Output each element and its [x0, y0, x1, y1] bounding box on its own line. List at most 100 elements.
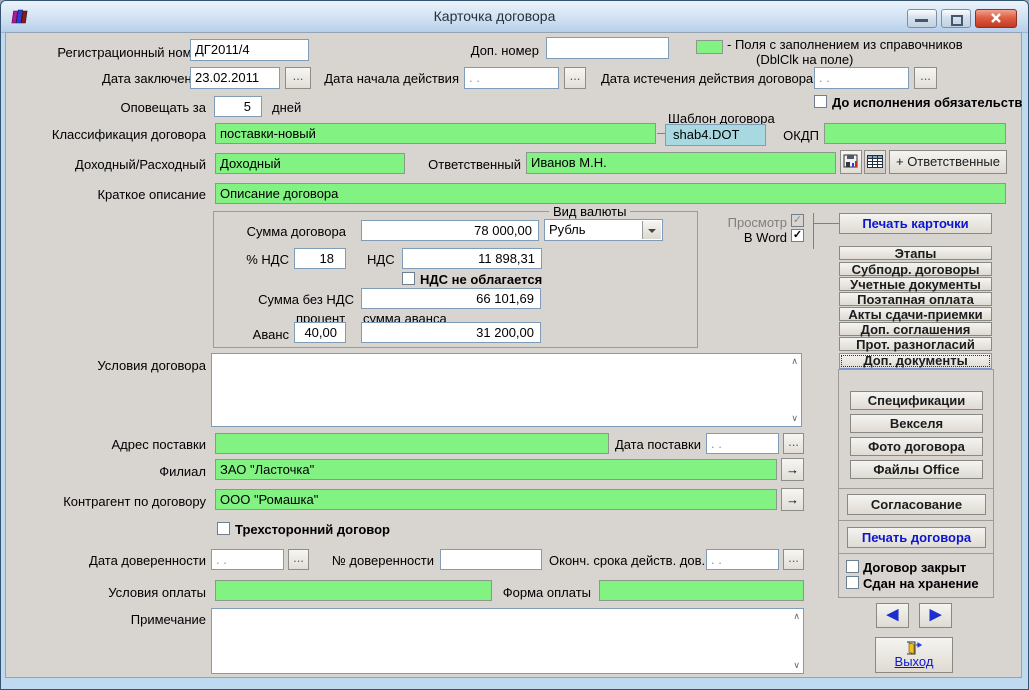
preview-label: Просмотр	[707, 215, 787, 230]
minimize-icon	[915, 19, 928, 22]
advance-sum-field[interactable]: 31 200,00	[361, 322, 541, 343]
contract-photo-button[interactable]: Фото договора	[850, 437, 983, 456]
responsible-field[interactable]: Иванов М.Н.	[526, 152, 836, 174]
classification-field[interactable]: поставки-новый	[215, 123, 656, 144]
branch-field[interactable]: ЗАО "Ласточка"	[215, 459, 777, 480]
notify-label: Оповещать за	[61, 100, 206, 115]
legend-line1: - Поля с заполнением из справочников	[727, 37, 963, 52]
archived-checkbox[interactable]	[846, 576, 859, 589]
scroll-down-icon[interactable]: ∨	[793, 660, 800, 671]
connector-line	[657, 133, 665, 134]
stages-button[interactable]: Этапы	[839, 246, 992, 260]
poa-date-browse-button[interactable]: ...	[288, 549, 309, 570]
vat-exempt-checkbox[interactable]	[402, 272, 415, 285]
poa-number-field[interactable]	[440, 549, 542, 570]
prev-arrow-icon: ◀	[887, 606, 899, 623]
conclusion-date-browse-button[interactable]: ...	[285, 67, 311, 89]
disagreement-protocols-button[interactable]: Прот. разногласий	[839, 337, 992, 351]
approval-button[interactable]: Согласование	[847, 494, 986, 515]
table-icon	[867, 155, 883, 168]
scroll-up-icon[interactable]: ∧	[791, 356, 798, 367]
contract-closed-label: Договор закрыт	[863, 560, 966, 575]
save-icon	[843, 154, 859, 169]
dropdown-button[interactable]	[642, 221, 661, 239]
poa-end-browse-button[interactable]: ...	[783, 549, 804, 570]
vat-percent-field[interactable]: 18	[294, 248, 346, 269]
note-label: Примечание	[9, 612, 206, 627]
currency-group-caption: Вид валюты	[549, 204, 630, 219]
contract-sum-field[interactable]: 78 000,00	[361, 220, 539, 241]
poa-end-field[interactable]: . .	[706, 549, 779, 570]
currency-combobox[interactable]: Рубль	[544, 219, 663, 241]
conclusion-date-field[interactable]: 23.02.2011	[190, 67, 280, 89]
delivery-address-field[interactable]	[215, 433, 609, 454]
specifications-button[interactable]: Спецификации	[850, 391, 983, 410]
poa-date-field[interactable]: . .	[211, 549, 284, 570]
tripartite-checkbox[interactable]	[217, 522, 230, 535]
office-files-button[interactable]: Файлы Office	[850, 460, 983, 479]
save-responsible-button[interactable]	[840, 150, 862, 174]
panel-divider-3	[839, 553, 993, 554]
promissory-notes-button[interactable]: Векселя	[850, 414, 983, 433]
scroll-down-icon[interactable]: ∨	[791, 413, 798, 424]
tripartite-label: Трехсторонний договор	[235, 522, 390, 537]
vat-field[interactable]: 11 898,31	[402, 248, 542, 269]
contract-closed-checkbox[interactable]	[846, 560, 859, 573]
start-date-field[interactable]: . .	[464, 67, 559, 89]
until-fulfillment-checkbox[interactable]	[814, 95, 827, 108]
sum-no-vat-field[interactable]: 66 101,69	[361, 288, 541, 309]
delivery-date-browse-button[interactable]: ...	[783, 433, 804, 454]
poa-number-label: № доверенности	[314, 553, 434, 568]
prev-record-button[interactable]: ◀	[876, 603, 909, 628]
short-description-field[interactable]: Описание договора	[215, 183, 1006, 204]
restore-button[interactable]	[941, 9, 971, 28]
additional-docs-button[interactable]: Доп. документы	[839, 353, 992, 369]
delivery-date-field[interactable]: . .	[706, 433, 779, 454]
close-button[interactable]	[975, 9, 1017, 28]
extra-number-field[interactable]	[546, 37, 669, 59]
note-textarea[interactable]: ∧ ∨	[211, 608, 804, 674]
addendums-button[interactable]: Доп. соглашения	[839, 322, 992, 336]
contract-card-window: Карточка договора Регистрационный номер …	[0, 0, 1029, 690]
print-contract-button[interactable]: Печать договора	[847, 527, 986, 548]
expiry-date-field[interactable]: . .	[814, 67, 909, 89]
counterparty-open-button[interactable]: →	[781, 488, 804, 511]
legend-swatch	[696, 40, 723, 54]
minimize-button[interactable]	[907, 9, 937, 28]
word-checkbox[interactable]: ✓	[791, 229, 804, 242]
advance-percent-field[interactable]: 40,00	[294, 322, 346, 343]
chevron-down-icon	[648, 229, 656, 233]
classification-label: Классификация договора	[9, 127, 206, 142]
preview-checkbox[interactable]: ✓	[791, 214, 804, 227]
acceptance-acts-button[interactable]: Акты сдачи-приемки	[839, 307, 992, 321]
contract-terms-label: Условия договора	[9, 358, 206, 373]
start-date-browse-button[interactable]: ...	[564, 67, 586, 89]
word-label: В Word	[707, 230, 787, 245]
notify-days-field[interactable]: 5	[214, 96, 262, 117]
reg-number-field[interactable]: ДГ2011/4	[190, 39, 309, 61]
scroll-up-icon[interactable]: ∧	[793, 611, 800, 622]
exit-button[interactable]: Выход	[875, 637, 953, 673]
vat-exempt-label: НДС не облагается	[420, 272, 542, 287]
staged-payment-button[interactable]: Поэтапная оплата	[839, 292, 992, 306]
income-expense-field[interactable]: Доходный	[215, 153, 405, 174]
payment-terms-field[interactable]	[215, 580, 492, 601]
expiry-date-browse-button[interactable]: ...	[914, 67, 937, 89]
reg-number-label: Регистрационный номер	[9, 45, 206, 60]
next-record-button[interactable]: ▶	[919, 603, 952, 628]
responsible-table-button[interactable]	[864, 150, 886, 174]
short-description-label: Краткое описание	[9, 187, 206, 202]
contract-terms-textarea[interactable]: ∧ ∨	[211, 353, 802, 427]
accounting-docs-button[interactable]: Учетные документы	[839, 277, 992, 291]
print-card-button[interactable]: Печать карточки	[839, 213, 992, 234]
delivery-date-label: Дата поставки	[611, 437, 701, 452]
subcontracts-button[interactable]: Субподр. договоры	[839, 262, 992, 276]
counterparty-field[interactable]: ООО "Ромашка"	[215, 489, 777, 510]
payment-form-field[interactable]	[599, 580, 804, 601]
income-expense-label: Доходный/Расходный	[9, 157, 206, 172]
okdp-field[interactable]	[824, 123, 1006, 144]
branch-label: Филиал	[9, 464, 206, 479]
start-date-label: Дата начала действия	[309, 71, 459, 86]
branch-open-button[interactable]: →	[781, 458, 804, 481]
add-responsible-button[interactable]: + Ответственные	[889, 150, 1007, 174]
